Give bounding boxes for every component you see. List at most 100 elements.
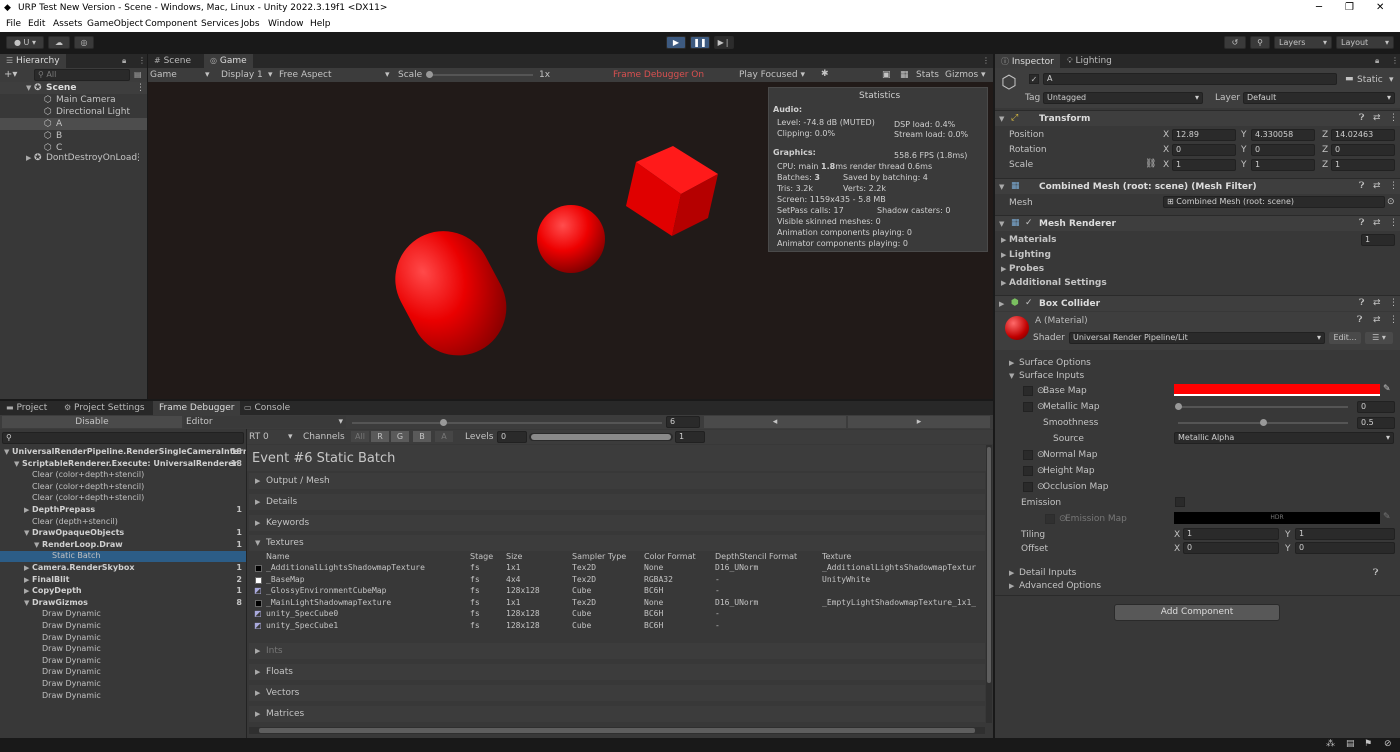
foldout-arrow-icon[interactable]: ▶ (24, 564, 29, 572)
metallic-map-texture-slot[interactable] (1023, 402, 1033, 412)
gizmos-dropdown[interactable]: Gizmos ▾ (945, 70, 986, 80)
foldout-arrow-icon[interactable]: ▶ (24, 506, 29, 514)
menu-window[interactable]: Window (268, 19, 304, 29)
scale-y-field[interactable]: 1 (1251, 159, 1315, 171)
menu-component[interactable]: Component (145, 19, 197, 29)
event-tree-item[interactable]: Static Batch (0, 551, 246, 563)
layer-dropdown[interactable]: Default ▾ (1243, 92, 1395, 104)
settings-icon[interactable]: ⇄ (1373, 298, 1381, 308)
event-tree-item[interactable]: ▼ RenderLoop.Draw 1 (0, 540, 246, 551)
materials-count-field[interactable]: 1 (1361, 234, 1395, 246)
game-viewport[interactable]: Statistics Audio: Level: -74.8 dB (MUTED… (148, 82, 993, 399)
levels-max-field[interactable]: 1 (675, 431, 705, 443)
eyedropper-icon[interactable]: ✎ (1383, 384, 1391, 394)
fullscreen-icon[interactable]: ▣ (882, 70, 891, 80)
foldout-arrow-icon[interactable]: ▶ (24, 576, 29, 584)
status-icon-3[interactable]: ⚑ (1364, 739, 1372, 749)
tab-project[interactable]: ▬ Project (0, 401, 53, 415)
surface-inputs-foldout[interactable]: ▼ Surface Inputs (995, 370, 1400, 383)
occlusion-map-texture-slot[interactable] (1023, 482, 1033, 492)
probes-foldout[interactable]: ▶ Probes (995, 263, 1400, 276)
event-tree-item[interactable]: Draw Dynamic (0, 691, 246, 702)
add-icon[interactable]: +▾ (4, 69, 17, 80)
layout-dropdown[interactable]: Layout ▾ (1336, 36, 1394, 49)
active-checkbox[interactable]: ✓ (1029, 74, 1039, 84)
mesh-renderer-enabled-checkbox[interactable]: ✓ (1025, 218, 1033, 228)
channel-r-button[interactable]: R (371, 431, 389, 442)
status-icon-2[interactable]: ▤ (1346, 739, 1355, 749)
details-vertical-scrollbar[interactable] (986, 445, 992, 723)
emission-checkbox[interactable] (1175, 497, 1185, 507)
tab-inspector[interactable]: ⓘ Inspector (995, 54, 1060, 68)
search-button[interactable]: ⚲ (1250, 36, 1270, 49)
pause-button[interactable]: ❚❚ (690, 36, 710, 49)
more-icon[interactable]: ⋮ (982, 56, 990, 65)
component-menu-icon[interactable]: ⋮ (1389, 298, 1398, 308)
event-tree-item[interactable]: ▼ DrawOpaqueObjects 1 (0, 528, 246, 539)
source-dropdown[interactable]: Metallic Alpha ▾ (1174, 432, 1394, 444)
channel-b-button[interactable]: B (413, 431, 431, 442)
section-textures[interactable]: ▼ Textures (249, 535, 985, 551)
metallic-value-field[interactable]: 0 (1357, 401, 1395, 413)
play-focused-dropdown[interactable]: Play Focused ▾ (739, 70, 805, 80)
component-menu-icon[interactable]: ⋮ (1389, 181, 1398, 191)
event-tree-item[interactable]: Draw Dynamic (0, 609, 246, 620)
help-icon[interactable]: ❓︎ (1359, 113, 1364, 123)
object-name-field[interactable]: A (1043, 73, 1337, 85)
normal-map-texture-slot[interactable] (1023, 450, 1033, 460)
texture-row[interactable]: _MainLightShadowmapTexture fs 1x1 Tex2D None… (249, 598, 985, 609)
next-event-button[interactable]: ▸ (848, 416, 990, 428)
foldout-arrow-icon[interactable]: ▼ (34, 541, 39, 549)
event-index-field[interactable]: 6 (666, 416, 700, 428)
event-tree-item[interactable]: ▶ Camera.RenderSkybox 1 (0, 563, 246, 574)
metallic-slider-thumb[interactable] (1175, 403, 1182, 410)
position-x-field[interactable]: 12.89 (1172, 129, 1236, 141)
emission-color-swatch[interactable]: HDR (1174, 512, 1380, 524)
levels-min-field[interactable]: 0 (497, 431, 527, 443)
status-icon-4[interactable]: ⊘ (1384, 739, 1392, 749)
smoothness-slider-thumb[interactable] (1260, 419, 1267, 426)
tiling-y-field[interactable]: 1 (1295, 528, 1395, 540)
object-picker-icon[interactable]: ⊙ (1387, 197, 1395, 207)
mesh-object-field[interactable]: ⊞ Combined Mesh (root: scene) (1163, 196, 1385, 208)
help-icon[interactable]: ❓︎ (1373, 568, 1378, 578)
lock-icon[interactable]: 🔒︎ (122, 56, 126, 66)
surface-options-foldout[interactable]: ▶ Surface Options (995, 357, 1400, 370)
emission-map-texture-slot[interactable] (1045, 514, 1055, 524)
channel-a-button[interactable]: A (435, 431, 453, 442)
channel-all-button[interactable]: All (351, 431, 369, 442)
settings-icon[interactable]: ⇄ (1373, 218, 1381, 228)
offset-y-field[interactable]: 0 (1295, 542, 1395, 554)
prev-event-button[interactable]: ◂ (704, 416, 846, 428)
tab-frame-debugger[interactable]: Frame Debugger (153, 401, 241, 415)
layers-dropdown[interactable]: Layers ▾ (1274, 36, 1332, 49)
event-tree-item[interactable]: ▼ UniversalRenderPipeline.RenderSingleCam… (0, 447, 247, 458)
stats-button[interactable]: Stats (916, 70, 939, 80)
detail-inputs-foldout[interactable]: ▶ Detail Inputs ❓︎ (995, 567, 1400, 580)
shader-edit-button[interactable]: Edit... (1329, 332, 1361, 344)
menu-assets[interactable]: Assets (53, 19, 82, 29)
event-tree-item[interactable]: Clear (depth+stencil) (0, 517, 246, 528)
texture-row[interactable]: _BaseMap fs 4x4 Tex2D RGBA32- UnityWhite (249, 575, 985, 586)
game-mode-dropdown[interactable]: Game (150, 70, 177, 80)
event-tree-item[interactable]: ▶ DepthPrepass 1 (0, 505, 246, 516)
scale-x-field[interactable]: 1 (1172, 159, 1236, 171)
help-icon[interactable]: ❓︎ (1357, 315, 1362, 325)
event-tree-item[interactable]: Draw Dynamic (0, 621, 246, 632)
event-tree-item[interactable]: Draw Dynamic (0, 633, 246, 644)
mesh-filter-header[interactable]: ▼ ▦ Combined Mesh (root: scene) (Mesh Fi… (995, 178, 1400, 194)
menu-jobs[interactable]: Jobs (241, 19, 260, 29)
section-ints[interactable]: ▶ Ints (249, 643, 985, 659)
tiling-x-field[interactable]: 1 (1183, 528, 1279, 540)
editor-dropdown[interactable]: Editor ▾ (184, 416, 346, 428)
close-icon[interactable]: ✕ (1376, 2, 1384, 13)
settings-icon[interactable]: ⇄ (1373, 315, 1381, 325)
hierarchy-item-main-camera[interactable]: ⬡ Main Camera (0, 94, 147, 106)
hierarchy-search[interactable]: ⚲ All (34, 69, 130, 81)
rt-dropdown[interactable]: RT 0 (249, 432, 269, 442)
mesh-renderer-header[interactable]: ▼ ▦ ✓ Mesh Renderer ❓︎ ⇄ ⋮ (995, 215, 1400, 231)
event-tree-item[interactable]: Clear (color+depth+stencil) (0, 482, 246, 493)
advanced-options-foldout[interactable]: ▶ Advanced Options (995, 580, 1400, 593)
event-slider-thumb[interactable] (440, 419, 447, 426)
rotation-z-field[interactable]: 0 (1331, 144, 1395, 156)
